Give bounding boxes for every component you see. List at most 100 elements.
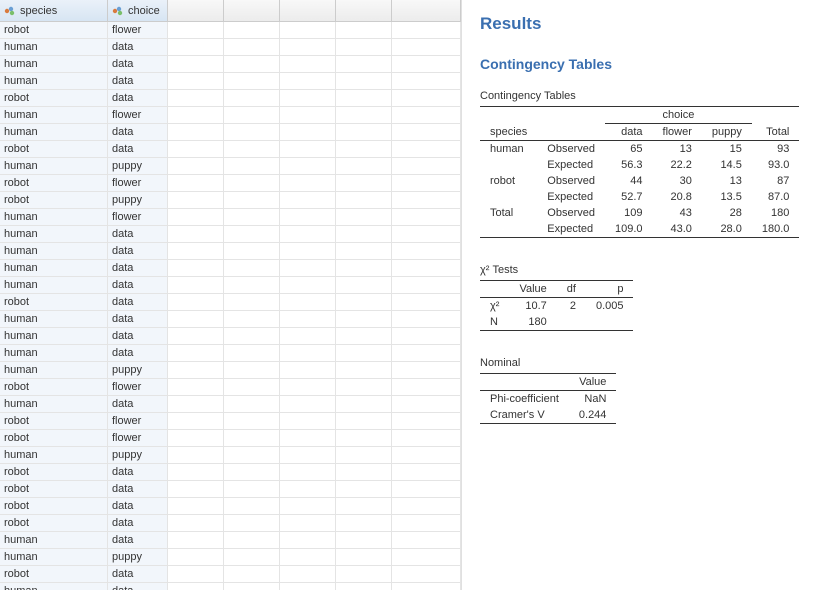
cell-choice[interactable]: data [108,311,168,327]
table-row[interactable]: humandata [0,328,461,345]
cell-empty[interactable] [168,277,224,293]
cell-choice[interactable]: puppy [108,549,168,565]
table-row[interactable]: humandata [0,73,461,90]
cell-empty[interactable] [168,124,224,140]
cell-empty[interactable] [224,294,280,310]
cell-empty[interactable] [168,107,224,123]
cell-choice[interactable]: data [108,141,168,157]
cell-species[interactable]: robot [0,22,108,38]
cell-empty[interactable] [392,345,461,361]
cell-species[interactable]: human [0,260,108,276]
table-row[interactable]: robotdata [0,141,461,158]
cell-empty[interactable] [168,22,224,38]
cell-species[interactable]: robot [0,566,108,582]
column-header-empty[interactable] [392,0,461,21]
cell-empty[interactable] [280,209,336,225]
cell-empty[interactable] [336,345,392,361]
cell-empty[interactable] [168,566,224,582]
cell-empty[interactable] [168,175,224,191]
cell-empty[interactable] [392,413,461,429]
cell-species[interactable]: robot [0,294,108,310]
table-row[interactable]: humanflower [0,107,461,124]
cell-empty[interactable] [224,277,280,293]
table-row[interactable]: robotflower [0,22,461,39]
cell-empty[interactable] [336,56,392,72]
column-header-species[interactable]: species [0,0,108,21]
column-header-empty[interactable] [224,0,280,21]
cell-species[interactable]: robot [0,498,108,514]
cell-empty[interactable] [224,345,280,361]
cell-empty[interactable] [280,260,336,276]
cell-empty[interactable] [336,583,392,590]
cell-empty[interactable] [280,481,336,497]
cell-empty[interactable] [168,345,224,361]
cell-empty[interactable] [336,277,392,293]
cell-empty[interactable] [392,447,461,463]
table-row[interactable]: robotdata [0,481,461,498]
cell-empty[interactable] [168,73,224,89]
cell-empty[interactable] [168,141,224,157]
table-row[interactable]: robotdata [0,566,461,583]
cell-choice[interactable]: data [108,226,168,242]
table-row[interactable]: humanpuppy [0,362,461,379]
table-row[interactable]: robotflower [0,379,461,396]
cell-empty[interactable] [336,175,392,191]
table-row[interactable]: robotdata [0,464,461,481]
column-header-empty[interactable] [168,0,224,21]
cell-empty[interactable] [392,192,461,208]
cell-empty[interactable] [168,498,224,514]
cell-species[interactable]: robot [0,430,108,446]
cell-empty[interactable] [336,362,392,378]
table-row[interactable]: humandata [0,311,461,328]
cell-empty[interactable] [392,141,461,157]
cell-empty[interactable] [168,447,224,463]
cell-choice[interactable]: data [108,39,168,55]
cell-empty[interactable] [224,158,280,174]
cell-empty[interactable] [336,141,392,157]
cell-empty[interactable] [280,90,336,106]
cell-empty[interactable] [224,464,280,480]
cell-species[interactable]: robot [0,413,108,429]
cell-empty[interactable] [168,413,224,429]
cell-species[interactable]: human [0,277,108,293]
cell-empty[interactable] [392,73,461,89]
cell-choice[interactable]: data [108,396,168,412]
cell-empty[interactable] [280,73,336,89]
cell-empty[interactable] [224,22,280,38]
cell-species[interactable]: human [0,73,108,89]
cell-empty[interactable] [168,362,224,378]
cell-empty[interactable] [224,107,280,123]
cell-empty[interactable] [392,158,461,174]
cell-empty[interactable] [168,549,224,565]
cell-empty[interactable] [392,56,461,72]
table-row[interactable]: humandata [0,243,461,260]
table-row[interactable]: humanpuppy [0,447,461,464]
table-row[interactable]: robotdata [0,498,461,515]
cell-empty[interactable] [224,583,280,590]
cell-empty[interactable] [392,260,461,276]
cell-choice[interactable]: flower [108,22,168,38]
cell-species[interactable]: human [0,209,108,225]
cell-empty[interactable] [336,39,392,55]
cell-empty[interactable] [336,549,392,565]
cell-empty[interactable] [392,464,461,480]
cell-empty[interactable] [392,294,461,310]
cell-empty[interactable] [224,328,280,344]
table-row[interactable]: humandata [0,396,461,413]
table-row[interactable]: humanpuppy [0,549,461,566]
table-row[interactable]: humandata [0,39,461,56]
cell-empty[interactable] [168,260,224,276]
cell-empty[interactable] [168,532,224,548]
cell-choice[interactable]: data [108,583,168,590]
cell-empty[interactable] [168,379,224,395]
cell-empty[interactable] [224,481,280,497]
cell-species[interactable]: human [0,345,108,361]
cell-empty[interactable] [392,532,461,548]
cell-choice[interactable]: flower [108,413,168,429]
cell-empty[interactable] [168,464,224,480]
cell-choice[interactable]: data [108,294,168,310]
cell-empty[interactable] [224,141,280,157]
cell-empty[interactable] [280,192,336,208]
cell-empty[interactable] [336,209,392,225]
cell-empty[interactable] [336,515,392,531]
